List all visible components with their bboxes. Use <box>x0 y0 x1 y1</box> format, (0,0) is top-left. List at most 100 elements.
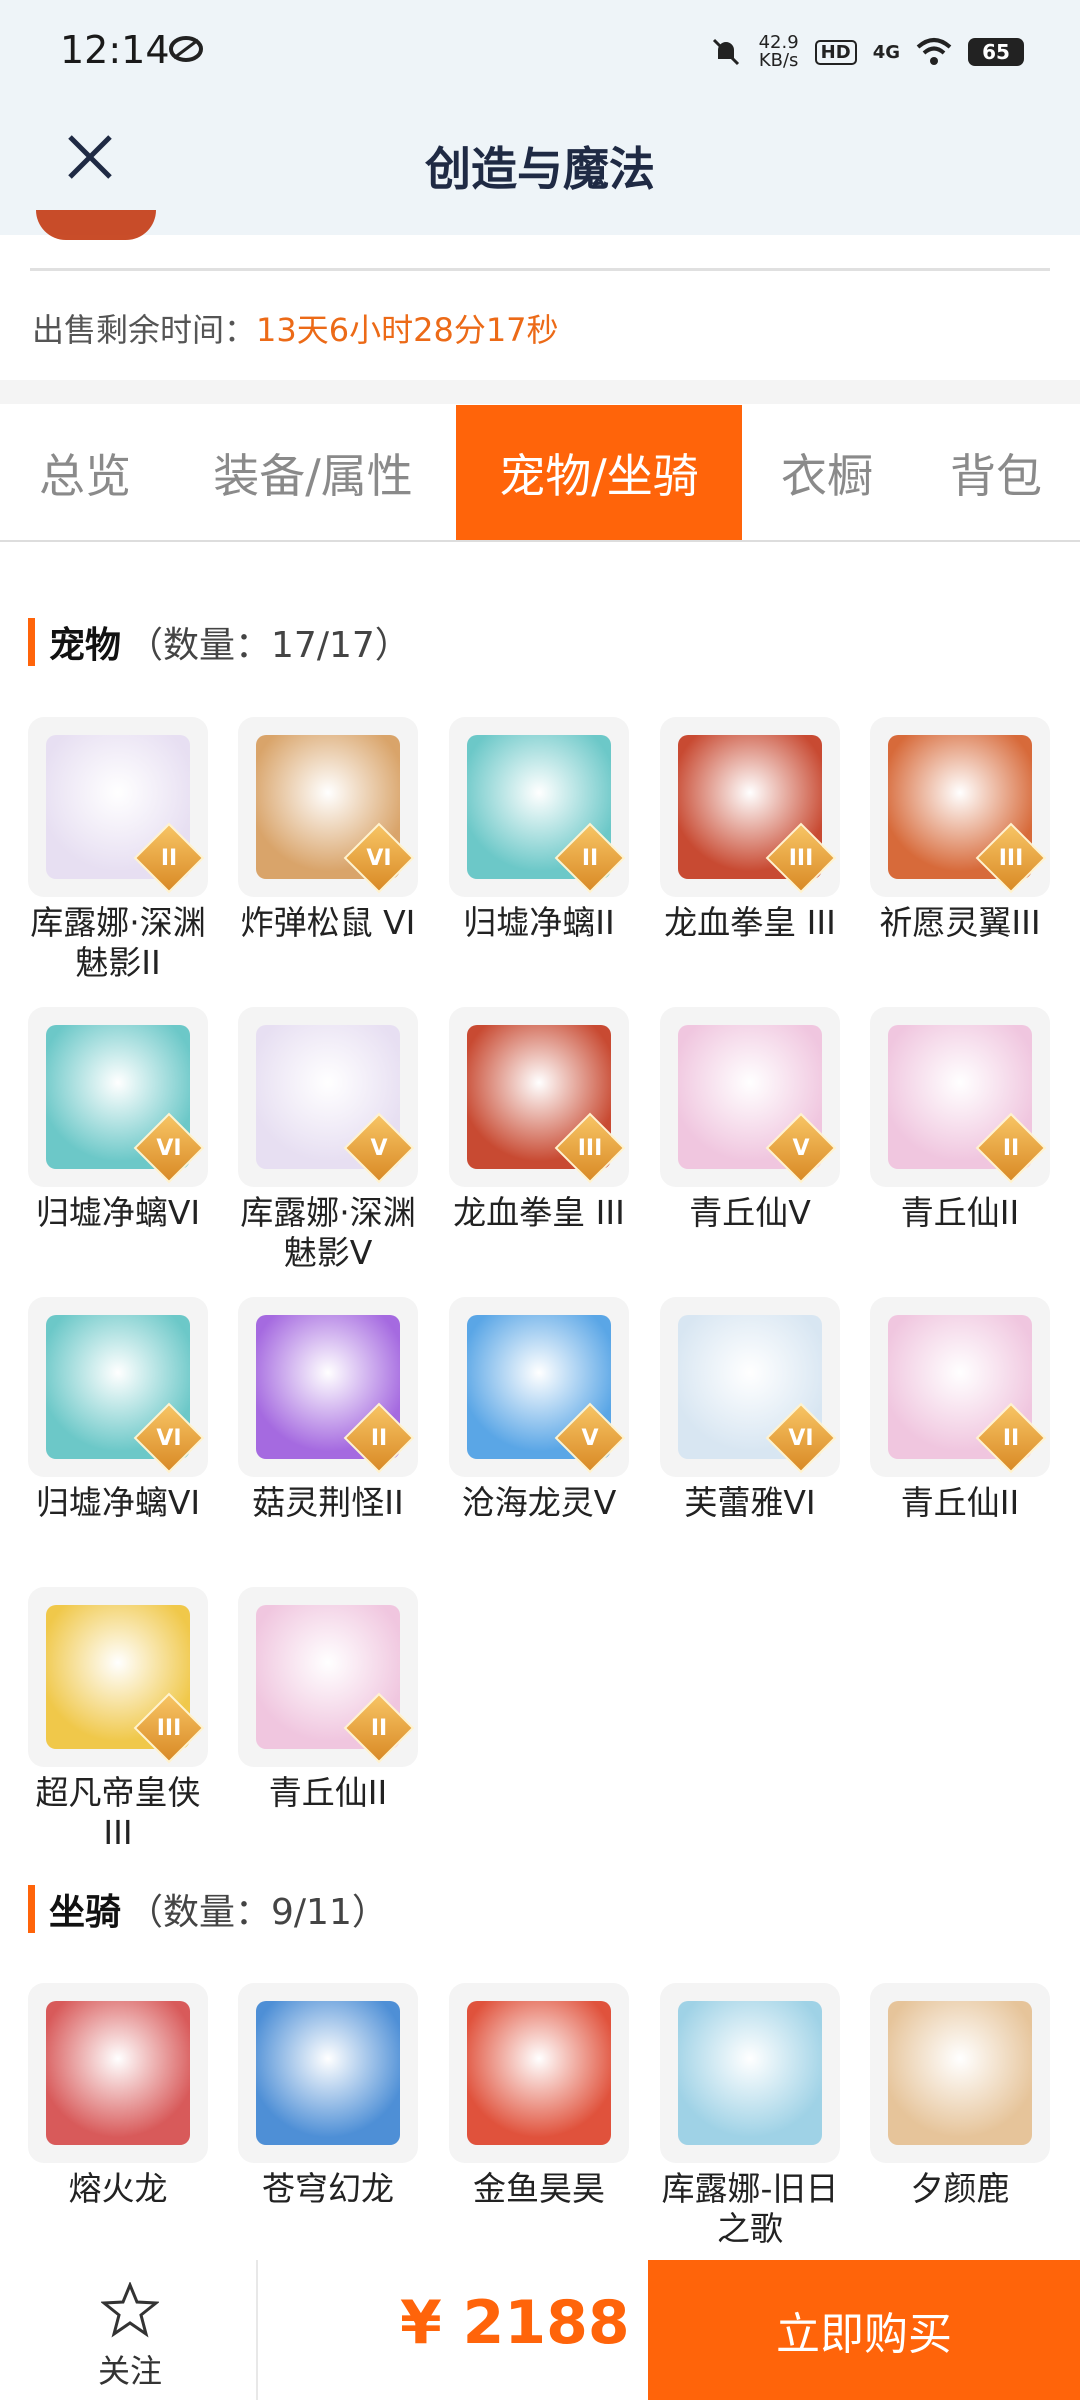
item-label: 龙血拳皇 III <box>453 1193 625 1232</box>
item-label: 超凡帝皇侠III <box>35 1773 201 1852</box>
item-thumbnail: II <box>28 717 208 897</box>
item-label: 归墟净螭II <box>463 903 615 942</box>
item-thumbnail: V <box>449 1297 629 1477</box>
item-thumbnail <box>28 1983 208 2163</box>
item-thumbnail: II <box>449 717 629 897</box>
mounts-title: 坐骑 <box>49 1892 122 1933</box>
item-label: 芙蕾雅VI <box>684 1483 816 1522</box>
status-right: 42.9 KB/s HD 4G 65 <box>709 28 1024 76</box>
grid-item[interactable]: II 库露娜·深渊魅影II <box>28 717 208 983</box>
item-label: 龙血拳皇 III <box>664 903 836 942</box>
mute-bell-icon <box>712 38 739 66</box>
item-thumbnail <box>449 1983 629 2163</box>
item-label: 炸弹松鼠 VI <box>240 903 416 942</box>
item-label: 青丘仙V <box>689 1193 811 1232</box>
net-speed: 42.9 KB/s <box>758 32 799 71</box>
item-thumbnail <box>238 1983 418 2163</box>
status-time: 12:14 <box>60 28 170 72</box>
item-thumbnail: III <box>660 717 840 897</box>
grid-item[interactable]: II 青丘仙II <box>238 1587 418 1813</box>
item-thumbnail: V <box>238 1007 418 1187</box>
item-thumbnail: II <box>870 1007 1050 1187</box>
grid-item[interactable]: 苍穹幻龙 <box>238 1983 418 2209</box>
grid-item[interactable]: VI 炸弹松鼠 VI <box>238 717 418 943</box>
item-thumbnail <box>870 1983 1050 2163</box>
follow-button[interactable]: 关注 <box>70 2281 190 2392</box>
divider <box>256 2260 258 2400</box>
grid-item[interactable]: 金鱼昊昊 <box>449 1983 629 2209</box>
item-thumbnail: II <box>238 1297 418 1477</box>
grid-item[interactable]: 夕颜鹿 <box>870 1983 1050 2209</box>
sale-label: 出售剩余时间： <box>32 311 257 349</box>
item-label: 青丘仙II <box>268 1773 388 1812</box>
item-label: 苍穹幻龙 <box>262 2169 394 2208</box>
grid-item[interactable]: 库露娜-旧日之歌 <box>660 1983 840 2249</box>
bottom-action-bar: 关注 ¥ 2188 立即购买 <box>0 2260 1080 2400</box>
sale-remaining: 出售剩余时间：13天6小时28分17秒 <box>32 305 559 351</box>
item-label: 青丘仙II <box>900 1193 1020 1232</box>
avatar <box>36 210 156 240</box>
grid-item[interactable]: VI 芙蕾雅VI <box>660 1297 840 1523</box>
item-thumbnail: III <box>449 1007 629 1187</box>
item-thumbnail: VI <box>28 1007 208 1187</box>
grid-item[interactable]: III 祈愿灵翼III <box>870 717 1050 943</box>
section-accent-bar <box>28 618 35 666</box>
grid-item[interactable]: VI 归墟净螭VI <box>28 1297 208 1523</box>
tab-backpack[interactable]: 背包 <box>912 405 1080 540</box>
section-accent-bar <box>28 1885 35 1933</box>
page-title: 创造与魔法 <box>425 142 655 196</box>
title-bar: 创造与魔法 <box>0 105 1080 235</box>
star-icon <box>99 2281 161 2338</box>
mounts-count: （数量：9/11） <box>127 1892 388 1933</box>
item-thumbnail: II <box>238 1587 418 1767</box>
item-image <box>678 2001 822 2145</box>
grid-item[interactable]: VI 归墟净螭VI <box>28 1007 208 1233</box>
grid-item[interactable]: III 龙血拳皇 III <box>660 717 840 943</box>
item-label: 熔火龙 <box>68 2169 168 2208</box>
item-label: 夕颜鹿 <box>910 2169 1010 2208</box>
tab-wardrobe[interactable]: 衣橱 <box>742 405 912 540</box>
grid-item[interactable]: 熔火龙 <box>28 1983 208 2209</box>
item-label: 库露娜-旧日之歌 <box>661 2169 839 2248</box>
item-thumbnail <box>660 1983 840 2163</box>
item-label: 青丘仙II <box>900 1483 1020 1522</box>
grid-item[interactable]: III 龙血拳皇 III <box>449 1007 629 1233</box>
tab-bar: 总览 装备/属性 宠物/坐骑 衣橱 背包 <box>0 405 1080 542</box>
item-label: 金鱼昊昊 <box>473 2169 605 2208</box>
grid-item[interactable]: II 青丘仙II <box>870 1297 1050 1523</box>
item-label: 祈愿灵翼III <box>879 903 1041 942</box>
tab-pets-mounts[interactable]: 宠物/坐骑 <box>456 405 742 540</box>
grid-item[interactable]: V 沧海龙灵V <box>449 1297 629 1523</box>
grid-item[interactable]: V 库露娜·深渊魅影V <box>238 1007 418 1273</box>
item-label: 库露娜·深渊魅影II <box>30 903 206 982</box>
wifi-icon <box>916 38 952 65</box>
follow-label: 关注 <box>97 2352 162 2390</box>
item-label: 沧海龙灵V <box>461 1483 617 1522</box>
divider <box>30 268 1050 271</box>
grid-item[interactable]: V 青丘仙V <box>660 1007 840 1233</box>
grid-item[interactable]: II 青丘仙II <box>870 1007 1050 1233</box>
network-4g-icon: 4G <box>872 41 900 63</box>
grid-item[interactable]: III 超凡帝皇侠III <box>28 1587 208 1853</box>
buy-now-button[interactable]: 立即购买 <box>648 2260 1080 2400</box>
item-label: 归墟净螭VI <box>35 1193 201 1232</box>
battery-icon: 65 <box>968 38 1024 66</box>
item-label: 菇灵荆怪II <box>252 1483 404 1522</box>
pets-section-title: 宠物 （数量：17/17） <box>28 616 411 668</box>
pets-count: （数量：17/17） <box>127 625 411 666</box>
tab-overview[interactable]: 总览 <box>0 405 170 540</box>
grid-item[interactable]: II 归墟净螭II <box>449 717 629 943</box>
item-image <box>888 2001 1032 2145</box>
item-thumbnail: III <box>870 717 1050 897</box>
item-label: 归墟净螭VI <box>35 1483 201 1522</box>
mounts-section-title: 坐骑 （数量：9/11） <box>28 1883 388 1935</box>
item-thumbnail: V <box>660 1007 840 1187</box>
grid-item[interactable]: II 菇灵荆怪II <box>238 1297 418 1523</box>
item-thumbnail: VI <box>28 1297 208 1477</box>
leaf-icon <box>169 36 203 62</box>
item-thumbnail: II <box>870 1297 1050 1477</box>
tab-equipment[interactable]: 装备/属性 <box>170 405 456 540</box>
item-label: 库露娜·深渊魅影V <box>240 1193 416 1272</box>
item-image <box>467 2001 611 2145</box>
item-thumbnail: VI <box>660 1297 840 1477</box>
